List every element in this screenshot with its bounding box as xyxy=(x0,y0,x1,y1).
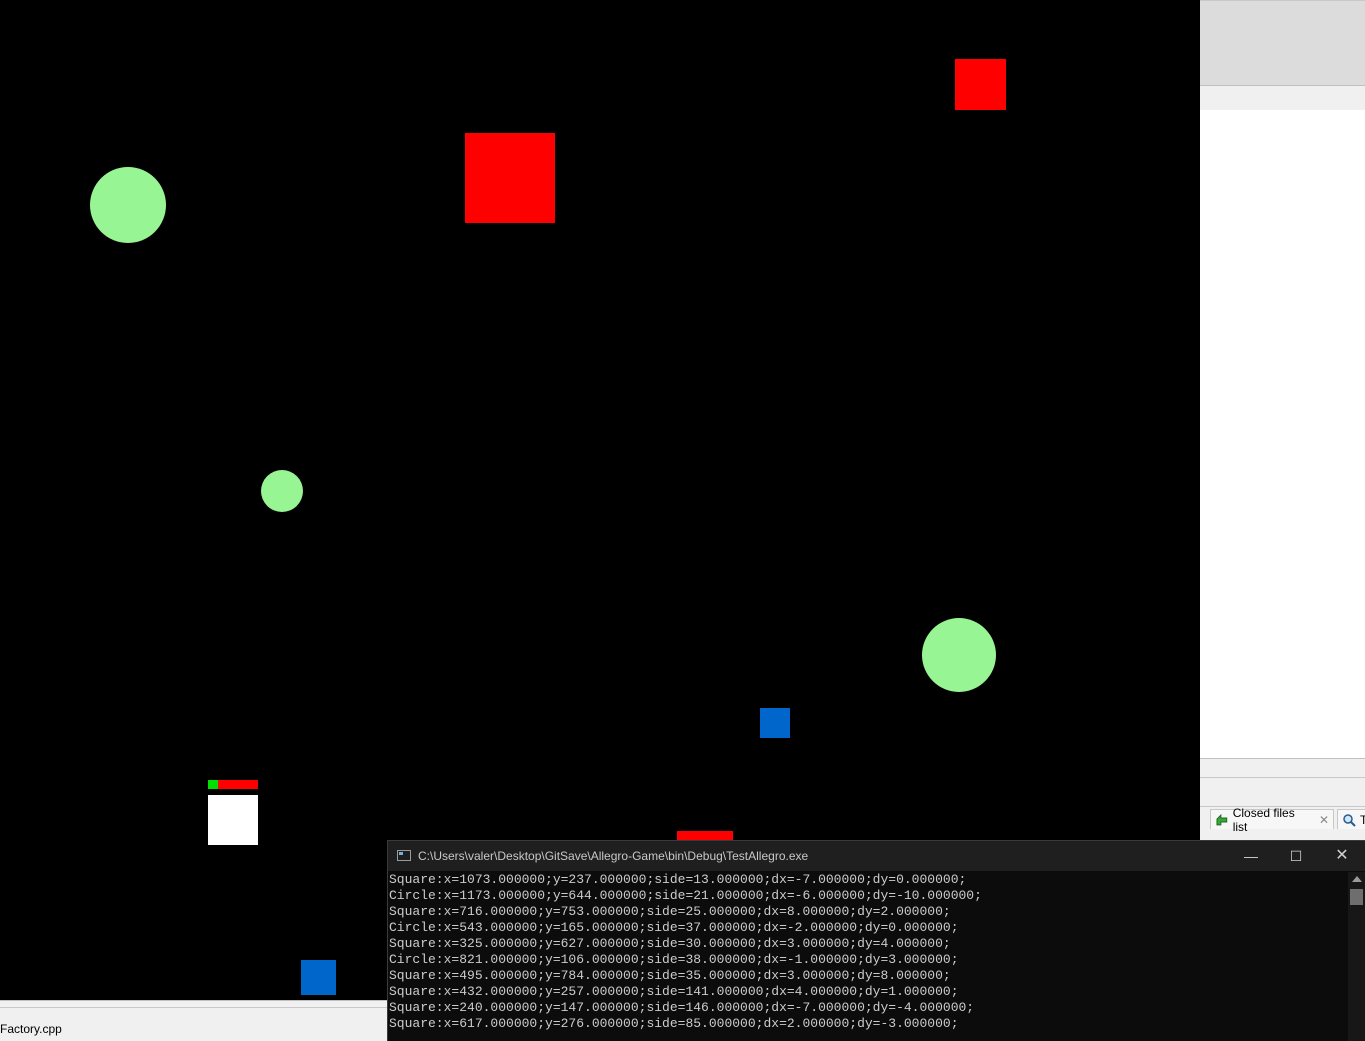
red-square xyxy=(465,133,555,223)
blue-square xyxy=(301,960,336,995)
tab-label: T xyxy=(1360,812,1365,827)
green-circle xyxy=(90,167,166,243)
close-button[interactable]: ✕ xyxy=(1332,846,1352,866)
console-line: Circle:x=1173.000000;y=644.000000;side=2… xyxy=(389,888,982,903)
blue-square xyxy=(760,708,790,738)
console-output[interactable]: Square:x=1073.000000;y=237.000000;side=1… xyxy=(389,872,1347,1041)
ide-bottom-tabs: Closed files list ✕ T xyxy=(1200,806,1365,834)
console-window[interactable]: C:\Users\valer\Desktop\GitSave\Allegro-G… xyxy=(387,840,1365,1041)
close-icon[interactable]: ✕ xyxy=(1319,813,1329,827)
green-circle xyxy=(261,470,303,512)
tab-closed-files-list[interactable]: Closed files list ✕ xyxy=(1210,806,1334,834)
maximize-button[interactable]: ☐ xyxy=(1286,846,1306,866)
minimize-button[interactable]: — xyxy=(1241,846,1261,866)
console-line: Square:x=716.000000;y=753.000000;side=25… xyxy=(389,904,951,919)
console-line: Square:x=617.000000;y=276.000000;side=85… xyxy=(389,1016,959,1031)
ide-divider xyxy=(1200,777,1365,778)
red-square xyxy=(955,59,1006,110)
scroll-up-arrow-icon[interactable] xyxy=(1352,876,1362,882)
console-app-icon xyxy=(397,850,411,861)
console-line: Square:x=495.000000;y=784.000000;side=35… xyxy=(389,968,951,983)
tab-label: Closed files list xyxy=(1232,805,1295,834)
console-title: C:\Users\valer\Desktop\GitSave\Allegro-G… xyxy=(418,849,809,863)
ide-divider xyxy=(0,1007,390,1008)
console-line: Square:x=325.000000;y=627.000000;side=30… xyxy=(389,936,951,951)
console-title-bar[interactable]: C:\Users\valer\Desktop\GitSave\Allegro-G… xyxy=(388,841,1365,871)
health-bar xyxy=(208,780,258,789)
ide-splitter[interactable] xyxy=(1200,758,1365,807)
player-square xyxy=(208,795,258,845)
console-scrollbar[interactable] xyxy=(1348,872,1365,1041)
search-icon xyxy=(1343,813,1356,827)
ide-toolbar-area xyxy=(1200,0,1365,86)
console-line: Square:x=1073.000000;y=237.000000;side=1… xyxy=(389,872,967,887)
closed-files-icon xyxy=(1216,813,1228,825)
health-bar-fill xyxy=(208,780,218,789)
ide-editor-pane[interactable] xyxy=(1200,110,1365,758)
tab-search[interactable]: T xyxy=(1337,809,1365,829)
console-line: Circle:x=821.000000;y=106.000000;side=38… xyxy=(389,952,959,967)
console-line: Circle:x=543.000000;y=165.000000;side=37… xyxy=(389,920,959,935)
console-line: Square:x=240.000000;y=147.000000;side=14… xyxy=(389,1000,975,1015)
green-circle xyxy=(922,618,996,692)
ide-editor-tab-strip xyxy=(1200,85,1365,111)
status-file-name: Factory.cpp xyxy=(0,1022,62,1036)
console-line: Square:x=432.000000;y=257.000000;side=14… xyxy=(389,984,959,999)
scroll-thumb[interactable] xyxy=(1350,889,1363,905)
